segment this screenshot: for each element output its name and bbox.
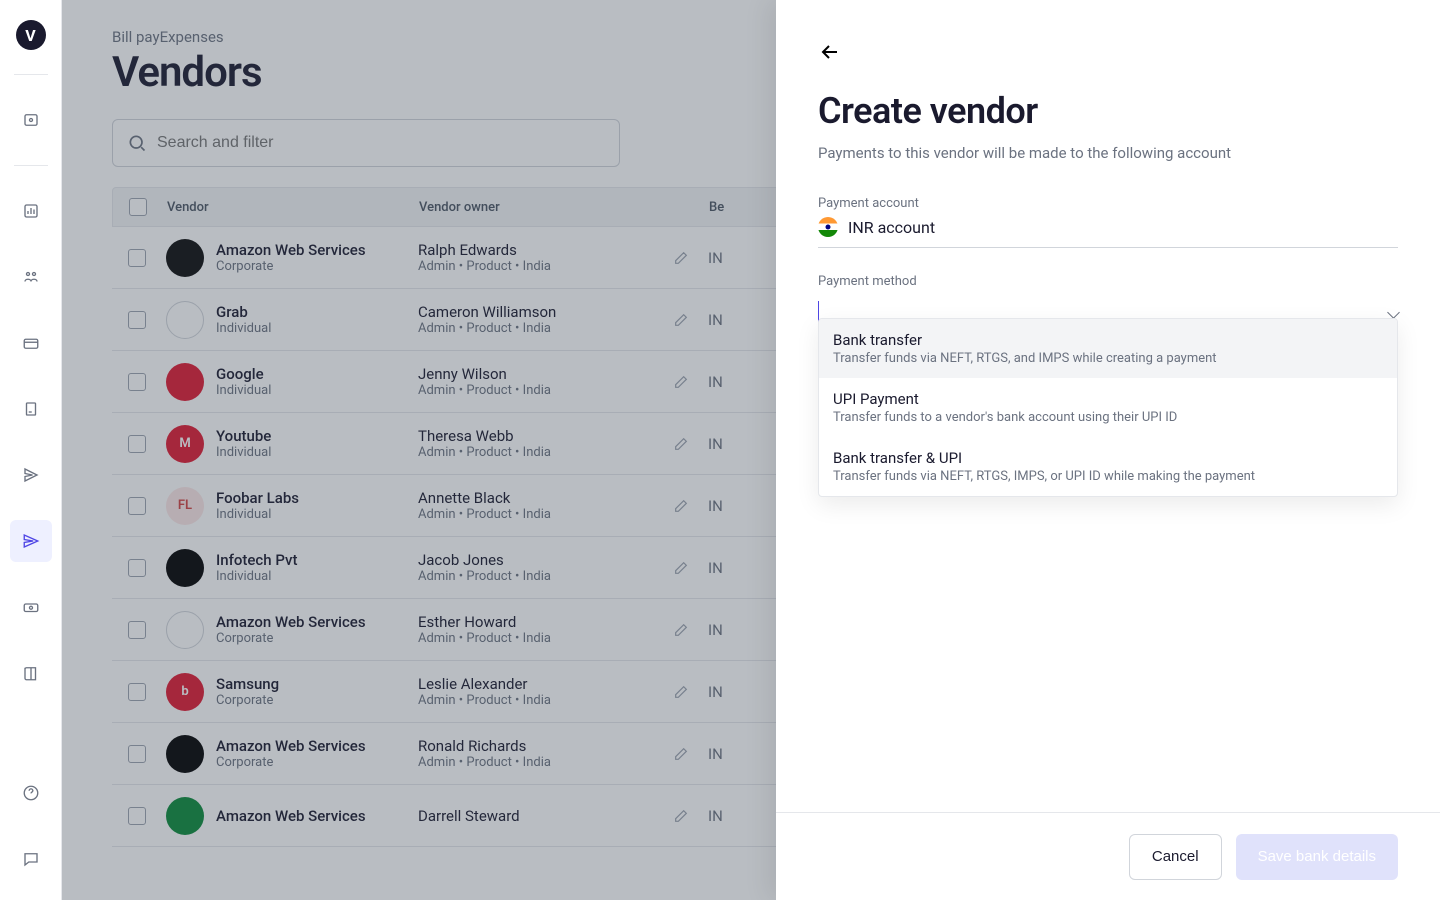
book-icon[interactable] [10,652,52,694]
home-icon[interactable] [10,99,52,141]
option-title: UPI Payment [833,390,1383,408]
back-button[interactable] [818,40,842,64]
file-icon[interactable] [10,388,52,430]
payment-method-label: Payment method [818,274,1398,289]
card-icon[interactable] [10,322,52,364]
payment-account-field[interactable]: Payment account INR account [818,196,1398,248]
payment-method-dropdown: Bank transfer Transfer funds via NEFT, RT… [818,318,1398,497]
panel-footer: Cancel Save bank details [776,812,1440,900]
panel-title: Create vendor [818,90,1398,132]
option-description: Transfer funds to a vendor's bank accoun… [833,410,1383,425]
nav-icon-6[interactable] [10,454,52,496]
help-icon[interactable] [10,772,52,814]
create-vendor-panel: Create vendor Payments to this vendor wi… [776,0,1440,900]
save-button[interactable]: Save bank details [1236,834,1398,880]
sidebar-divider [14,74,48,75]
send-icon[interactable] [10,520,52,562]
payment-method-option[interactable]: Bank transfer Transfer funds via NEFT, RT… [819,319,1397,378]
cancel-button[interactable]: Cancel [1129,834,1222,880]
payment-method-field: Payment method Bank transferTransfer fun… [818,274,1398,331]
brand-logo[interactable]: V [16,20,46,50]
option-description: Transfer funds via NEFT, RTGS, and IMPS … [833,351,1383,366]
sidebar-divider [14,165,48,166]
sidebar: V [0,0,62,900]
chat-icon[interactable] [10,838,52,880]
dashboard-icon[interactable] [10,190,52,232]
chevron-down-icon [1389,314,1398,317]
option-title: Bank transfer [833,331,1383,349]
option-description: Transfer funds via NEFT, RTGS, IMPS, or … [833,469,1383,484]
panel-subtitle: Payments to this vendor will be made to … [818,144,1398,162]
main-content: Bill payExpenses Vendors Vendor Vendor o… [62,0,1440,900]
payment-method-option[interactable]: UPI Payment Transfer funds to a vendor's … [819,378,1397,437]
users-icon[interactable] [10,256,52,298]
payment-account-label: Payment account [818,196,1398,211]
india-flag-icon [818,217,838,237]
option-title: Bank transfer & UPI [833,449,1383,467]
payment-account-value: INR account [848,218,935,237]
payment-method-option[interactable]: Bank transfer & UPI Transfer funds via NE… [819,437,1397,496]
money-icon[interactable] [10,586,52,628]
